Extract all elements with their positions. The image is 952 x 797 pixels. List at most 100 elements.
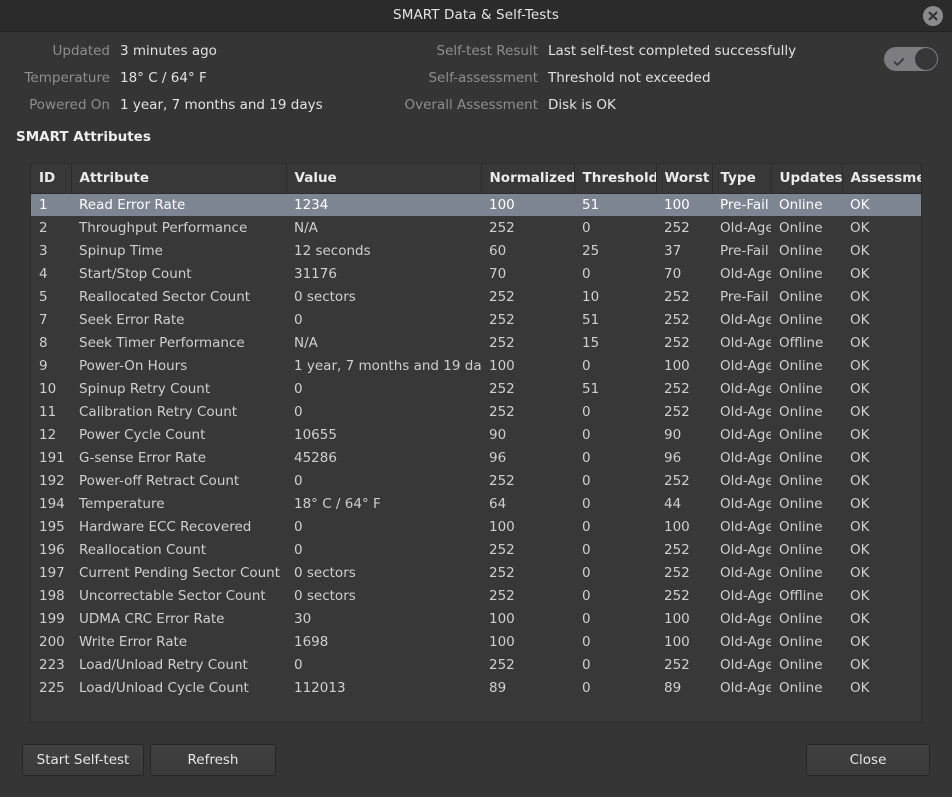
column-header-value[interactable]: Value (286, 164, 482, 194)
cell-assessment: OK (850, 403, 870, 420)
cell-assessment: OK (850, 334, 870, 351)
cell-worst: 100 (664, 610, 690, 627)
table-row[interactable]: 8 Seek Timer Performance N/A 252 15 252 Old-Ag… (31, 331, 921, 354)
summary-row-self-assessment: Self-assessment Threshold not exceeded (0, 65, 952, 91)
cell-updates: Online (779, 518, 823, 535)
cell-assessment: OK (850, 679, 870, 696)
table-row[interactable]: 12 Power Cycle Count 10655 90 0 90 Old-Age Onli… (31, 423, 921, 446)
cell-updates: Online (779, 679, 823, 696)
table-row[interactable]: 2 Throughput Performance N/A 252 0 252 Old-Age… (31, 216, 921, 239)
cell-worst: 252 (664, 311, 690, 328)
cell-assessment: OK (850, 380, 870, 397)
cell-threshold: 15 (582, 334, 600, 351)
cell-worst: 44 (664, 495, 682, 512)
cell-attribute: Spinup Retry Count (79, 380, 211, 397)
table-row[interactable]: 11 Calibration Retry Count 0 252 0 252 Old-Age… (31, 400, 921, 423)
close-button[interactable]: Close (806, 744, 930, 776)
cell-type: Old-Age (720, 449, 771, 466)
cell-normalized: 96 (489, 449, 507, 466)
cell-threshold: 0 (582, 564, 591, 581)
cell-attribute: Power-off Retract Count (79, 472, 240, 489)
cell-worst: 37 (664, 242, 682, 259)
cell-assessment: OK (850, 564, 870, 581)
table-row[interactable]: 9 Power-On Hours 1 year, 7 months and 19 d… (31, 354, 921, 377)
table-row[interactable]: 5 Reallocated Sector Count 0 sectors 252 10 2… (31, 285, 921, 308)
cell-attribute: Seek Error Rate (79, 311, 185, 328)
table-row[interactable]: 192 Power-off Retract Count 0 252 0 252 Old-Ag… (31, 469, 921, 492)
cell-type: Pre-Fail (720, 288, 769, 305)
cell-id: 196 (39, 541, 65, 558)
overall-assessment-label: Overall Assessment (404, 97, 538, 113)
smart-enabled-toggle[interactable] (884, 47, 938, 71)
table-row[interactable]: 225 Load/Unload Cycle Count 112013 89 0 89 Old… (31, 676, 921, 699)
cell-value: 0 (294, 472, 303, 489)
cell-normalized: 252 (489, 334, 515, 351)
cell-threshold: 51 (582, 380, 600, 397)
cell-id: 11 (39, 403, 57, 420)
table-row[interactable]: 195 Hardware ECC Recovered 0 100 0 100 Old-Age… (31, 515, 921, 538)
table-row[interactable]: 194 Temperature 18° C / 64° F 64 0 44 Old-Age O… (31, 492, 921, 515)
cell-id: 199 (39, 610, 65, 627)
cell-assessment: OK (850, 311, 870, 328)
cell-updates: Online (779, 564, 823, 581)
column-header-type[interactable]: Type (712, 164, 772, 194)
table-row[interactable]: 199 UDMA CRC Error Rate 30 100 0 100 Old-Age On… (31, 607, 921, 630)
table-row[interactable]: 200 Write Error Rate 1698 100 0 100 Old-Age Onl… (31, 630, 921, 653)
cell-assessment: OK (850, 541, 870, 558)
table-row[interactable]: 4 Start/Stop Count 31176 70 0 70 Old-Age Online… (31, 262, 921, 285)
table-row[interactable]: 10 Spinup Retry Count 0 252 51 252 Old-Age Onli… (31, 377, 921, 400)
table-row[interactable]: 1 Read Error Rate 1234 100 51 100 Pre-Fail Onli… (31, 193, 921, 216)
column-header-threshold[interactable]: Threshold (574, 164, 657, 194)
cell-normalized: 252 (489, 587, 515, 604)
close-icon[interactable] (923, 6, 943, 26)
table-row[interactable]: 223 Load/Unload Retry Count 0 252 0 252 Old-Ag… (31, 653, 921, 676)
column-header-attribute[interactable]: Attribute (71, 164, 287, 194)
cell-updates: Offline (779, 334, 824, 351)
cell-threshold: 0 (582, 403, 591, 420)
cell-worst: 252 (664, 219, 690, 236)
table-row[interactable]: 197 Current Pending Sector Count 0 sectors… (31, 561, 921, 584)
refresh-button[interactable]: Refresh (150, 744, 276, 776)
column-header-assessment[interactable]: Assessment (842, 164, 921, 194)
cell-assessment: OK (850, 219, 870, 236)
cell-threshold: 0 (582, 679, 591, 696)
table-header-row: ID Attribute Value Normalized Threshold Worst… (31, 164, 921, 194)
cell-worst: 252 (664, 656, 690, 673)
cell-normalized: 252 (489, 541, 515, 558)
table-row[interactable]: 3 Spinup Time 12 seconds 60 25 37 Pre-Fail Onli… (31, 239, 921, 262)
cell-threshold: 0 (582, 541, 591, 558)
check-icon (893, 53, 905, 66)
cell-updates: Online (779, 472, 823, 489)
cell-value: N/A (294, 219, 318, 236)
column-header-id[interactable]: ID (31, 164, 72, 194)
cell-type: Old-Age (720, 656, 771, 673)
cell-id: 225 (39, 679, 65, 696)
cell-id: 9 (39, 357, 48, 374)
cell-updates: Offline (779, 587, 824, 604)
table-row[interactable]: 191 G-sense Error Rate 45286 96 0 96 Old-Age On… (31, 446, 921, 469)
table-row[interactable]: 7 Seek Error Rate 0 252 51 252 Old-Age Online OK (31, 308, 921, 331)
cell-normalized: 100 (481, 193, 574, 216)
cell-threshold: 51 (574, 193, 656, 216)
table-header: ID Attribute Value Normalized Threshold Worst… (31, 164, 921, 194)
cell-updates: Online (779, 265, 823, 282)
cell-threshold: 0 (582, 472, 591, 489)
cell-normalized: 100 (489, 633, 515, 650)
cell-normalized: 100 (489, 610, 515, 627)
cell-value: 0 (294, 656, 303, 673)
start-self-test-button[interactable]: Start Self-test (22, 744, 144, 776)
cell-threshold: 0 (582, 610, 591, 627)
column-header-normalized[interactable]: Normalized (481, 164, 575, 194)
column-header-updates[interactable]: Updates (771, 164, 843, 194)
cell-assessment: OK (850, 288, 870, 305)
column-header-worst[interactable]: Worst (656, 164, 713, 194)
cell-updates: Online (779, 495, 823, 512)
cell-type: Pre-Fail (720, 242, 769, 259)
cell-threshold: 25 (582, 242, 600, 259)
cell-attribute: Throughput Performance (79, 219, 248, 236)
cell-updates: Online (771, 193, 842, 216)
cell-worst: 89 (664, 679, 682, 696)
cell-type: Old-Age (720, 426, 771, 443)
table-row[interactable]: 198 Uncorrectable Sector Count 0 sectors 25… (31, 584, 921, 607)
table-row[interactable]: 196 Reallocation Count 0 252 0 252 Old-Age Onli… (31, 538, 921, 561)
